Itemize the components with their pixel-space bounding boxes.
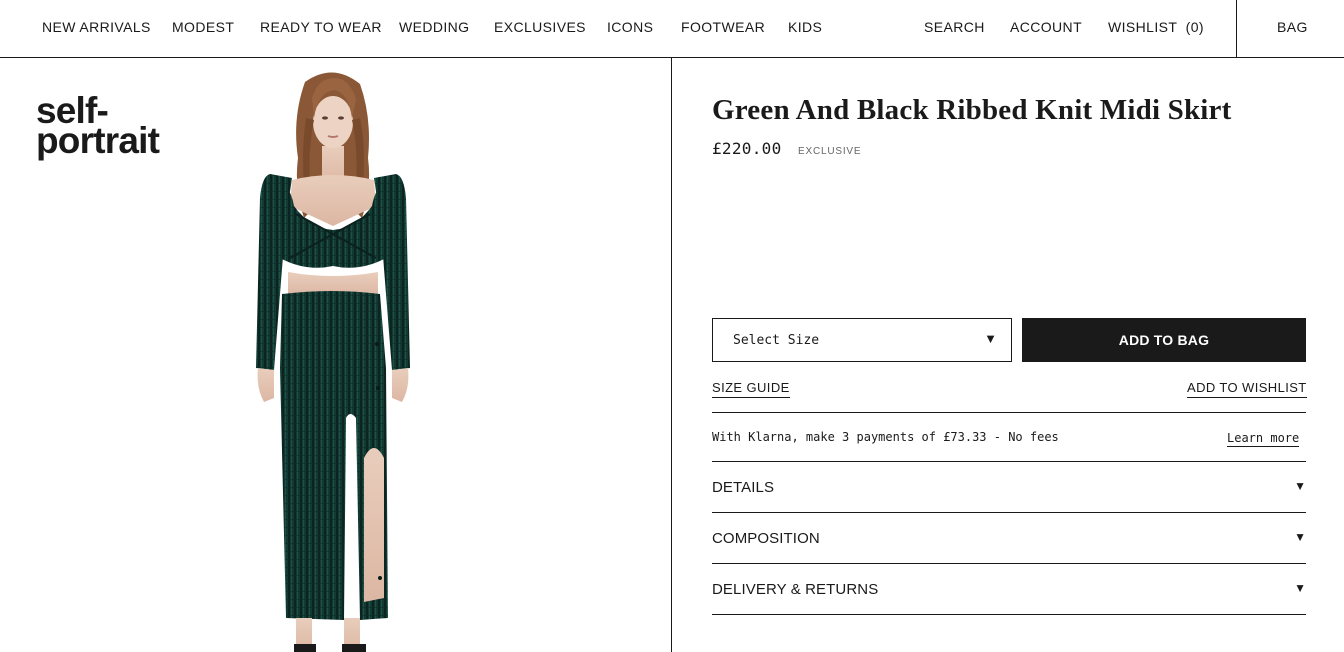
- nav-ready-to-wear[interactable]: READY TO WEAR: [260, 19, 382, 35]
- add-to-wishlist-link[interactable]: ADD TO WISHLIST: [1187, 380, 1307, 398]
- accordion-composition[interactable]: COMPOSITION ▼: [712, 513, 1306, 563]
- nav-modest[interactable]: MODEST: [172, 19, 234, 35]
- search-link[interactable]: SEARCH: [924, 19, 985, 35]
- nav-kids[interactable]: KIDS: [788, 19, 822, 35]
- panel-divider: [671, 58, 672, 652]
- nav-exclusives[interactable]: EXCLUSIVES: [494, 19, 586, 35]
- add-to-bag-button[interactable]: ADD TO BAG: [1022, 318, 1306, 362]
- accordion-label: COMPOSITION: [712, 530, 820, 547]
- nav-wedding[interactable]: WEDDING: [399, 19, 469, 35]
- klarna-learn-more-link[interactable]: Learn more: [1227, 431, 1300, 447]
- brand-logo-line2: portrait: [36, 120, 160, 161]
- size-select-label: Select Size: [733, 333, 820, 348]
- accordion-details[interactable]: DETAILS ▼: [712, 462, 1306, 512]
- nav-footwear[interactable]: FOOTWEAR: [681, 19, 765, 35]
- nav-divider: [1236, 0, 1237, 58]
- product-title: Green And Black Ribbed Knit Midi Skirt: [712, 94, 1232, 126]
- nav-icons[interactable]: ICONS: [607, 19, 653, 35]
- account-link[interactable]: ACCOUNT: [1010, 19, 1082, 35]
- divider: [712, 614, 1306, 615]
- wishlist-link[interactable]: WISHLIST (0): [1108, 19, 1204, 35]
- product-price: £220.00: [712, 139, 782, 158]
- bag-link[interactable]: BAG: [1277, 19, 1308, 35]
- model-face: [313, 96, 353, 148]
- klarna-message: With Klarna, make 3 payments of £73.33 -…: [712, 430, 1059, 444]
- accordion-delivery-returns[interactable]: DELIVERY & RETURNS ▼: [712, 564, 1306, 614]
- size-guide-link[interactable]: SIZE GUIDE: [712, 380, 790, 398]
- nav-new-arrivals[interactable]: NEW ARRIVALS: [42, 19, 151, 35]
- accordion-label: DETAILS: [712, 479, 775, 496]
- triangle-down-icon: ▼: [1294, 581, 1306, 595]
- top-nav: NEW ARRIVALS MODEST READY TO WEAR WEDDIN…: [0, 0, 1344, 58]
- exclusive-badge: EXCLUSIVE: [798, 146, 862, 157]
- size-select[interactable]: Select Size ▼: [712, 318, 1012, 362]
- triangle-down-icon: ▼: [984, 331, 997, 346]
- triangle-down-icon: ▼: [1294, 530, 1306, 544]
- triangle-down-icon: ▼: [1294, 479, 1306, 493]
- brand-logo[interactable]: self- portrait: [36, 92, 160, 161]
- divider: [712, 412, 1306, 413]
- accordion-label: DELIVERY & RETURNS: [712, 581, 879, 598]
